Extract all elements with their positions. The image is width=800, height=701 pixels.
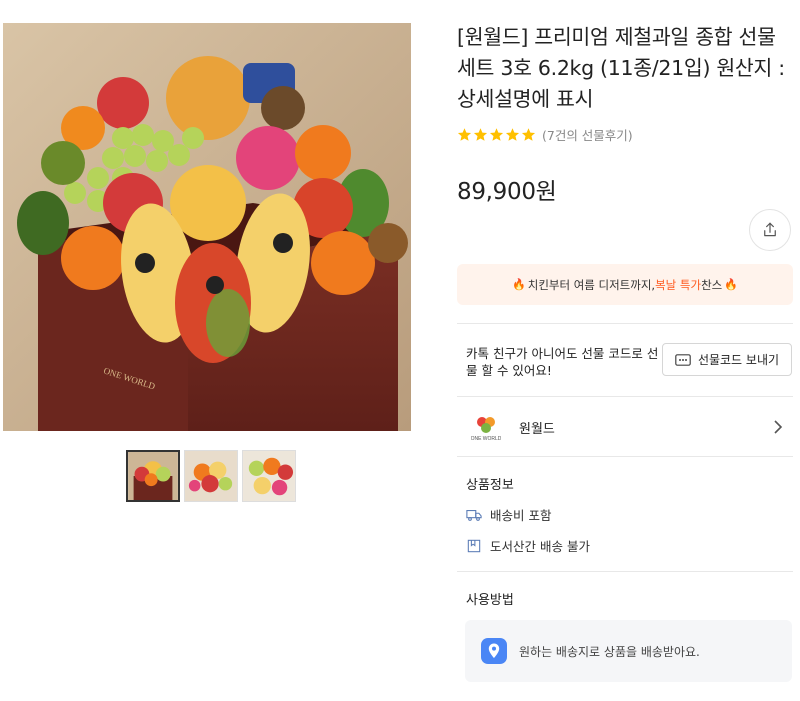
usage-heading: 사용방법	[466, 593, 514, 608]
info-row-restriction: 도서산간 배송 불가	[466, 536, 590, 555]
chevron-right-icon	[774, 420, 783, 434]
banner-highlight: 복날 특가	[655, 277, 702, 292]
seller-row[interactable]: ONE WORLD 원월드	[457, 400, 793, 454]
review-count[interactable]: (7건의 선물후기)	[542, 125, 633, 144]
share-icon	[764, 222, 776, 237]
fire-icon: 🔥	[512, 278, 526, 291]
star-icon	[457, 128, 472, 141]
divider	[457, 456, 793, 457]
location-pin-icon	[481, 638, 507, 664]
svg-text:ONE WORLD: ONE WORLD	[471, 436, 501, 442]
send-gift-code-label: 선물코드 보내기	[697, 353, 780, 367]
rating-stars	[457, 127, 536, 142]
promo-banner[interactable]: 🔥 치킨부터 여름 디저트까지, 복날 특가 찬스 🔥	[457, 264, 793, 305]
banner-text-end: 찬스	[701, 277, 723, 292]
rating-row[interactable]: (7건의 선물후기)	[457, 125, 633, 144]
share-button[interactable]	[749, 209, 791, 251]
banner-text: 치킨부터 여름 디저트까지,	[527, 277, 656, 292]
thumbnail-strip	[126, 450, 296, 502]
info-text-restriction: 도서산간 배송 불가	[490, 539, 590, 554]
product-info-heading: 상품정보	[466, 478, 514, 493]
usage-text: 원하는 배송지로 상품을 배송받아요.	[519, 644, 700, 659]
bookmark-icon	[467, 539, 481, 552]
divider	[457, 323, 793, 324]
divider	[457, 396, 793, 397]
divider	[457, 571, 793, 572]
info-text-shipping: 배송비 포함	[490, 508, 552, 523]
ticket-icon	[675, 353, 691, 366]
product-main-image: ONE WORLD	[3, 23, 411, 431]
star-icon	[489, 128, 504, 141]
thumbnail-1[interactable]	[126, 450, 180, 502]
usage-box: 원하는 배송지로 상품을 배송받아요.	[465, 620, 792, 682]
product-title: [원월드] 프리미엄 제철과일 종합 선물세트 3호 6.2kg (11종/21…	[457, 25, 785, 111]
seller-logo: ONE WORLD	[469, 410, 503, 444]
fire-icon: 🔥	[724, 278, 738, 291]
seller-name: 원월드	[519, 421, 555, 437]
gift-code-description: 카톡 친구가 아니어도 선물 코드로 선물 할 수 있어요!	[466, 346, 659, 378]
truck-icon	[466, 509, 482, 521]
star-icon	[505, 128, 520, 141]
product-price: 89,900원	[457, 179, 557, 205]
star-icon	[473, 128, 488, 141]
info-row-shipping: 배송비 포함	[466, 505, 551, 524]
star-icon	[521, 128, 536, 141]
send-gift-code-button[interactable]: 선물코드 보내기	[662, 343, 792, 376]
thumbnail-2[interactable]	[184, 450, 238, 502]
thumbnail-3[interactable]	[242, 450, 296, 502]
